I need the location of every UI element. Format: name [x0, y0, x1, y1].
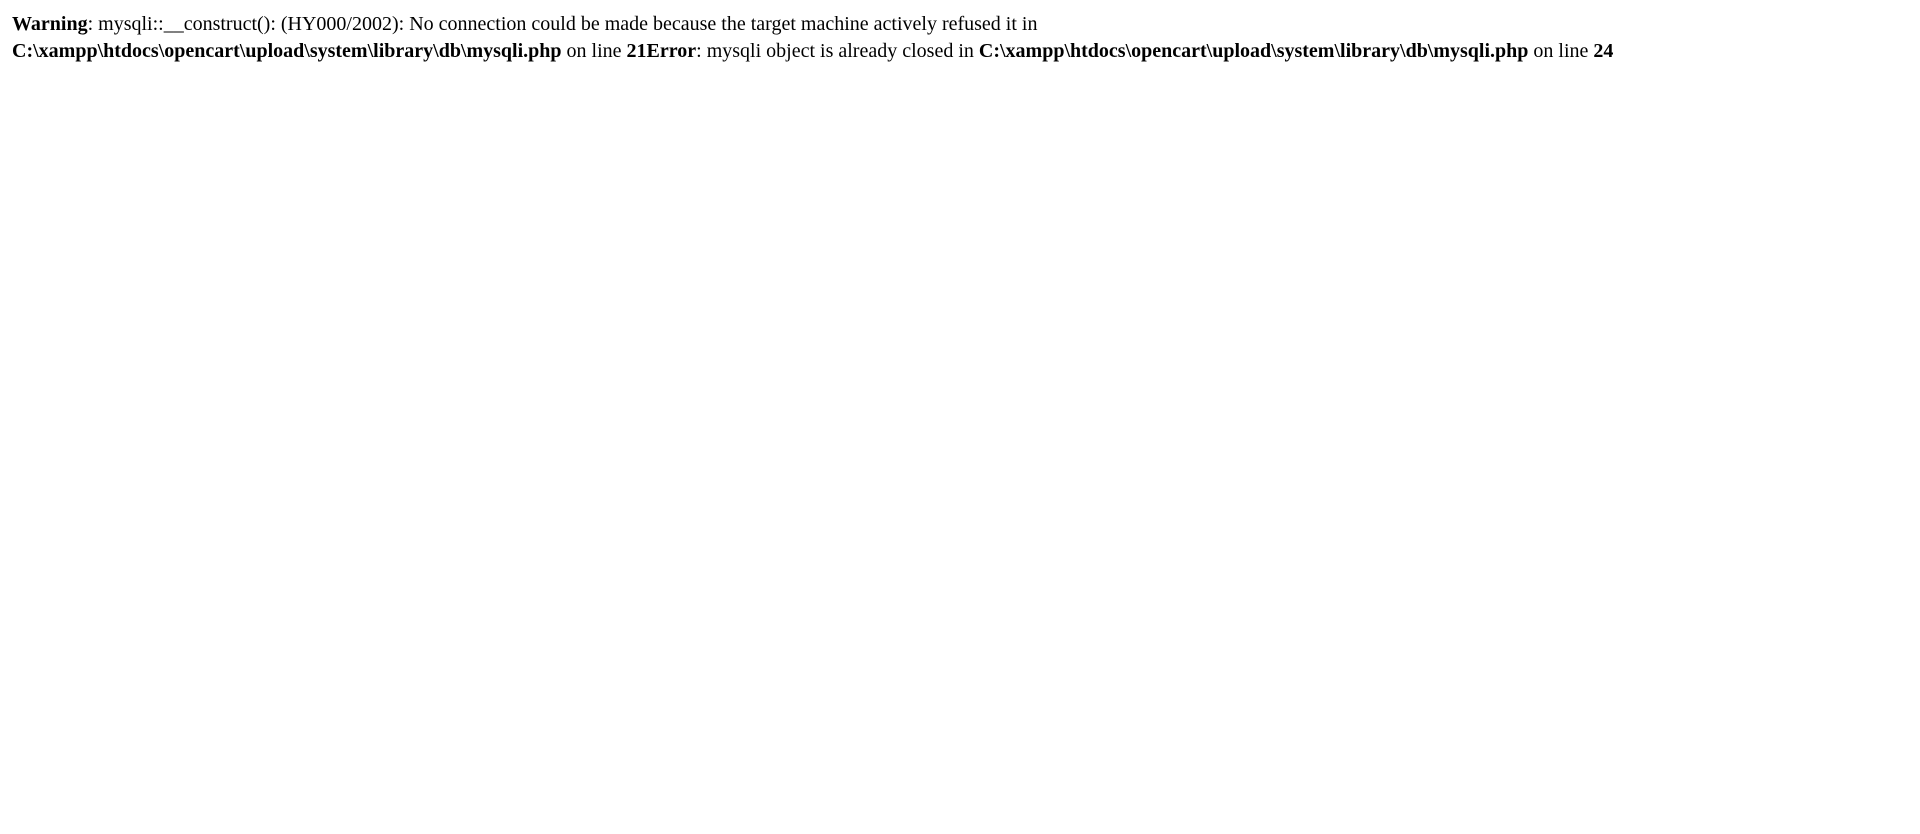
error-line-number: 24 [1593, 40, 1614, 62]
warning-message: : mysqli::__construct(): (HY000/2002): N… [87, 13, 1038, 35]
error-label: Error [646, 40, 697, 62]
php-error-output: Warning: mysqli::__construct(): (HY000/2… [12, 11, 1912, 65]
warning-on-line-text: on line [561, 40, 627, 62]
warning-line-number: 21 [626, 40, 647, 62]
error-message: : mysqli object is already closed in [696, 40, 979, 62]
error-on-line-text: on line [1528, 40, 1594, 62]
warning-label: Warning [12, 13, 88, 35]
error-file-path: C:\xampp\htdocs\opencart\upload\system\l… [978, 40, 1529, 62]
warning-file-path: C:\xampp\htdocs\opencart\upload\system\l… [12, 40, 562, 62]
